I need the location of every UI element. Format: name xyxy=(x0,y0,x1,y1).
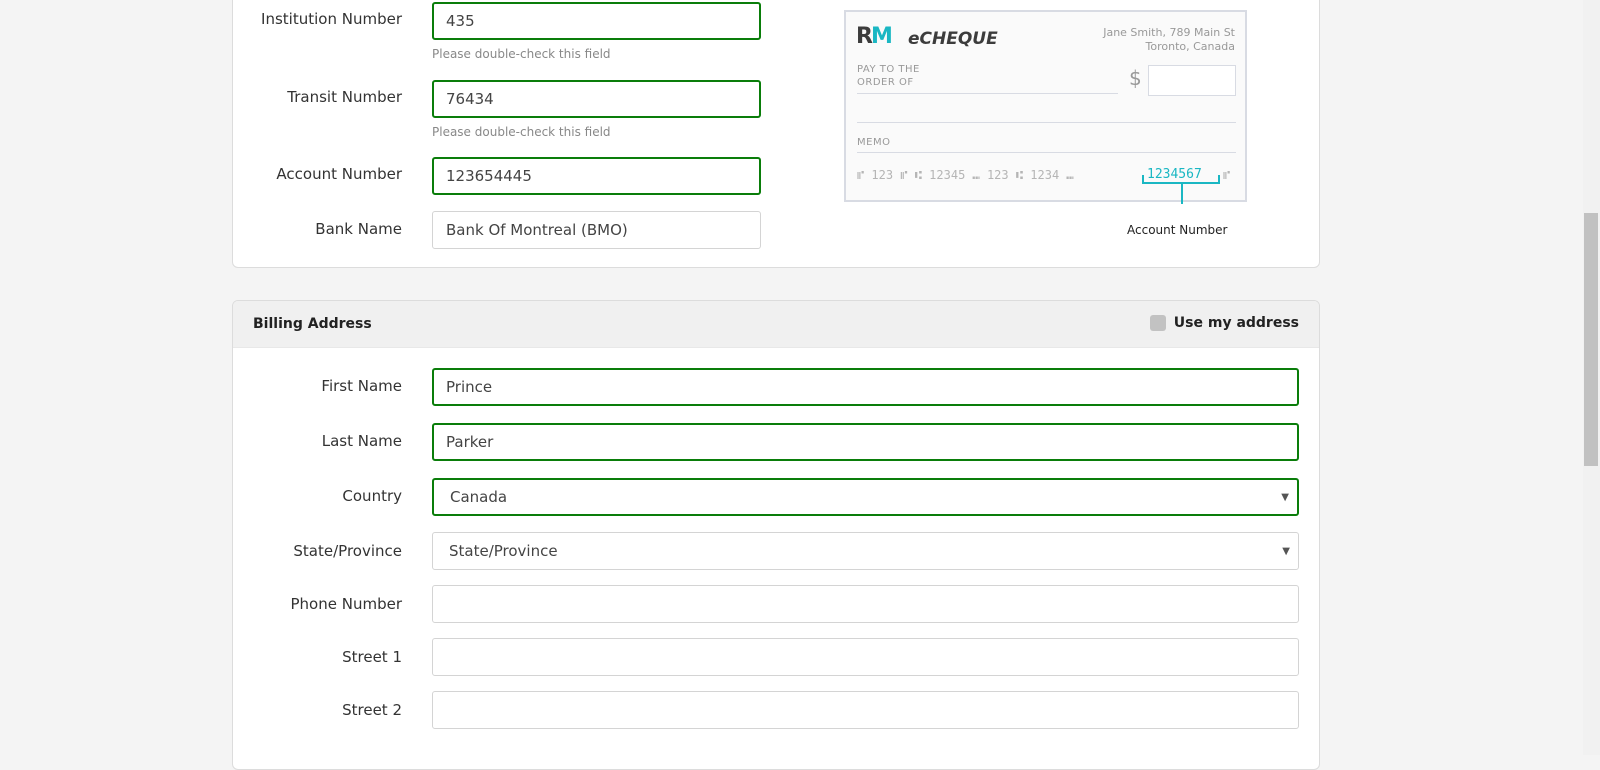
cheque-illustration: RM eCHEQUE Jane Smith, 789 Main St Toron… xyxy=(844,10,1247,202)
country-value: Canada xyxy=(450,488,508,506)
last-name-input[interactable]: Parker xyxy=(432,423,1299,461)
bank-name-label: Bank Name xyxy=(315,220,402,238)
micr-line: ⑈ 123 ⑈ ⑆ 12345 ⑉ 123 ⑆ 1234 ⑉ xyxy=(857,168,1074,182)
bank-details-card: Institution Number 435 Please double-che… xyxy=(232,0,1320,268)
street1-input[interactable] xyxy=(432,638,1299,676)
country-label: Country xyxy=(342,487,402,505)
first-name-input[interactable]: Prince xyxy=(432,368,1299,406)
cheque-address-1: Jane Smith, 789 Main St xyxy=(1103,26,1235,39)
use-my-address-label: Use my address xyxy=(1173,315,1299,331)
institution-number-input[interactable]: 435 xyxy=(432,2,761,40)
street2-label: Street 2 xyxy=(342,701,402,719)
divider xyxy=(857,122,1236,123)
phone-label: Phone Number xyxy=(290,595,403,613)
echeque-brand: eCHEQUE xyxy=(908,29,998,49)
rm-logo: RM xyxy=(856,24,893,49)
first-name-label: First Name xyxy=(321,377,402,395)
memo-line xyxy=(857,152,1236,153)
scrollbar-thumb[interactable] xyxy=(1584,213,1598,466)
billing-header: Billing Address Use my address xyxy=(233,301,1319,348)
street2-input[interactable] xyxy=(432,691,1299,729)
account-number-callout: Account Number xyxy=(1127,223,1228,237)
micr-end: ⑈ xyxy=(1223,168,1231,182)
transit-number-label: Transit Number xyxy=(287,88,402,106)
amount-box xyxy=(1148,65,1236,96)
country-select[interactable]: Canada ▼ xyxy=(432,478,1299,516)
billing-address-card: Billing Address Use my address First Nam… xyxy=(232,300,1320,770)
institution-number-hint: Please double-check this field xyxy=(432,47,611,61)
scrollbar[interactable] xyxy=(1583,0,1600,755)
pay-to-label-2: ORDER OF xyxy=(857,77,914,88)
dollar-sign: $ xyxy=(1129,66,1142,90)
institution-number-label: Institution Number xyxy=(261,10,402,28)
account-number-label: Account Number xyxy=(276,165,402,183)
transit-number-hint: Please double-check this field xyxy=(432,125,611,139)
cheque-address-2: Toronto, Canada xyxy=(1145,40,1235,53)
use-my-address-checkbox[interactable]: Use my address xyxy=(1149,315,1299,331)
state-value: State/Province xyxy=(449,542,558,560)
transit-number-input[interactable]: 76434 xyxy=(432,80,761,118)
pay-to-label-1: PAY TO THE xyxy=(857,64,920,75)
pay-line xyxy=(857,93,1118,94)
last-name-label: Last Name xyxy=(321,432,402,450)
bank-name-input[interactable]: Bank Of Montreal (BMO) xyxy=(432,211,761,249)
account-bracket xyxy=(1142,175,1220,184)
account-callout-line xyxy=(1181,184,1183,204)
chevron-down-icon: ▼ xyxy=(1281,491,1289,503)
account-number-input[interactable]: 123654445 xyxy=(432,157,761,195)
billing-title: Billing Address xyxy=(253,316,372,332)
phone-input[interactable] xyxy=(432,585,1299,623)
chevron-down-icon: ▼ xyxy=(1282,545,1290,557)
state-select[interactable]: State/Province ▼ xyxy=(432,532,1299,570)
checkbox-box[interactable] xyxy=(1149,315,1166,331)
memo-label: MEMO xyxy=(857,137,891,148)
state-label: State/Province xyxy=(293,542,402,560)
street1-label: Street 1 xyxy=(342,648,402,666)
